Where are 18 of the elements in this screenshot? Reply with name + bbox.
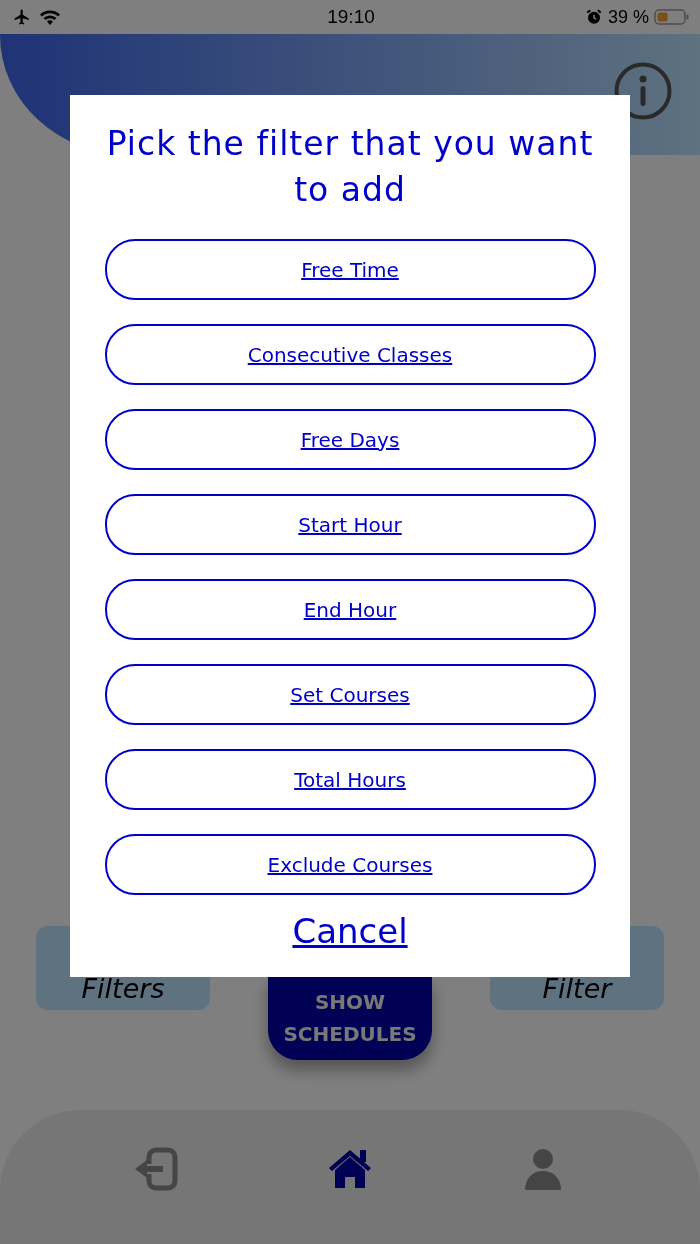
cancel-link[interactable]: Cancel <box>292 911 408 951</box>
battery-icon <box>654 8 690 26</box>
filter-option-button[interactable]: Total Hours <box>104 749 596 810</box>
filter-option-button[interactable]: Exclude Courses <box>104 834 596 895</box>
alarm-icon <box>584 8 603 26</box>
info-icon[interactable] <box>614 62 672 120</box>
clock-time: 19:10 <box>327 6 375 28</box>
battery-percentage: 39 % <box>607 6 649 28</box>
filter-option-button[interactable]: Start Hour <box>104 494 596 555</box>
filter-option-button[interactable]: Consecutive Classes <box>104 324 596 385</box>
filter-option-button[interactable]: Free Time <box>104 239 596 300</box>
filter-option-button[interactable]: Set Courses <box>104 664 596 725</box>
show-schedules-button[interactable]: SHOW SCHEDULES <box>268 975 432 1060</box>
filter-option-button[interactable]: End Hour <box>104 579 596 640</box>
airplane-icon <box>12 8 32 26</box>
wifi-icon <box>38 8 62 26</box>
dialog-title: Pick the filter that you want to add <box>105 123 595 211</box>
filter-option-button[interactable]: Free Days <box>104 409 596 470</box>
